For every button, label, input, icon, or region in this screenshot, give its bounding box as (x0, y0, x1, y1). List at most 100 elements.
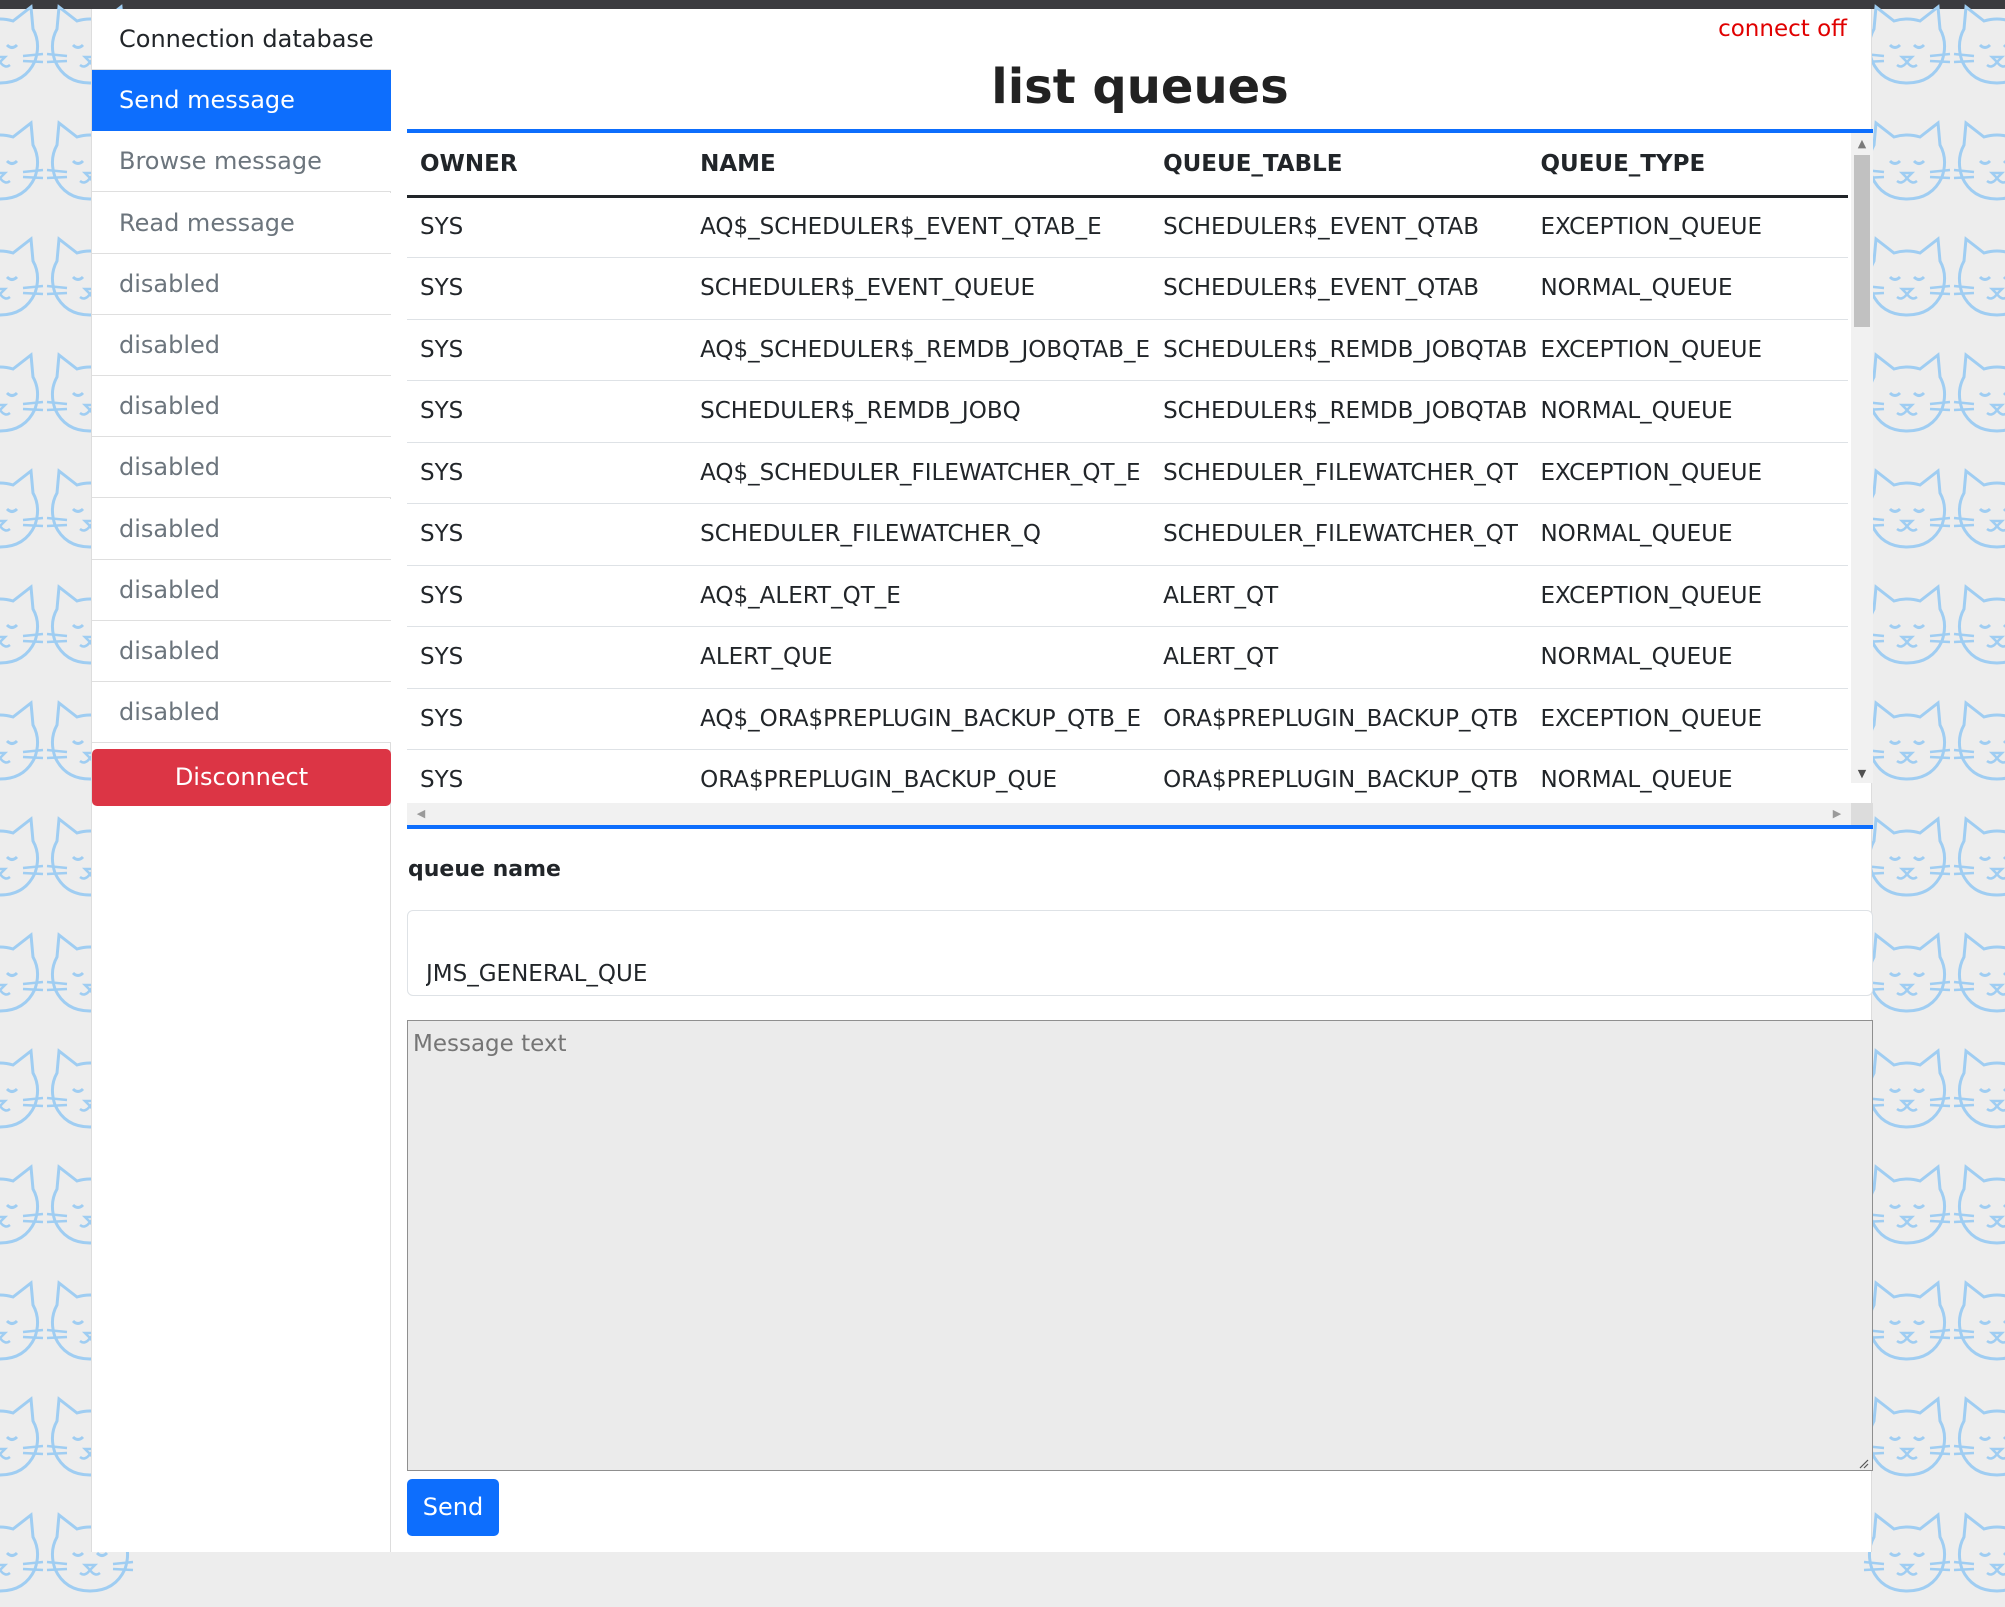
table-cell: ORA$PREPLUGIN_BACKUP_QUE (687, 749, 1151, 812)
scroll-left-arrow-icon[interactable]: ◀ (411, 803, 431, 825)
scroll-down-arrow-icon[interactable]: ▼ (1851, 765, 1873, 783)
sidebar-item-disabled[interactable]: disabled (92, 315, 391, 376)
table-row: SYS SCHEDULER_FILEWATCHER_Q SCHEDULER_FILE… (407, 503, 1848, 566)
cat-face-icon (1953, 120, 2005, 201)
cat-face-icon (1953, 932, 2005, 1013)
window-top-edge (0, 0, 2005, 9)
table-cell: EXCEPTION_QUEUE (1527, 319, 1848, 381)
table-cell: AQ$_ORA$PREPLUGIN_BACKUP_QTB_E (687, 688, 1151, 750)
cat-face-icon (1863, 120, 1951, 201)
resize-grip-icon[interactable] (1857, 1457, 1869, 1469)
table-cell: ORA$PREPLUGIN_BACKUP_QTB (1150, 688, 1528, 750)
table-cell: EXCEPTION_QUEUE (1527, 565, 1848, 627)
table-row: SYS ALERT_QUE ALERT_QT NORMAL_QUEUE (407, 626, 1848, 689)
sidebar-item-connection-database[interactable]: Connection database (92, 9, 391, 70)
cat-face-icon (0, 468, 44, 549)
cat-face-icon (1863, 584, 1951, 665)
cat-face-icon (1953, 4, 2005, 85)
table-cell: SYS (407, 749, 688, 812)
table-cell: AQ$_SCHEDULER$_EVENT_QTAB_E (687, 196, 1151, 258)
sidebar-item-disabled[interactable]: disabled (92, 559, 391, 621)
table-cell: EXCEPTION_QUEUE (1527, 196, 1848, 258)
sidebar-item-disabled[interactable]: disabled (92, 498, 391, 560)
cat-face-icon (1863, 932, 1951, 1013)
table-row: SYS AQ$_SCHEDULER$_REMDB_JOBQTAB_E SCHEDUL… (407, 319, 1848, 381)
vertical-scrollbar[interactable]: ▲ ▼ (1851, 133, 1873, 783)
table-cell: ORA$PREPLUGIN_BACKUP_QTB (1150, 749, 1528, 812)
table-cell: NORMAL_QUEUE (1527, 503, 1848, 566)
cat-face-icon (1953, 1280, 2005, 1361)
table-cell: AQ$_SCHEDULER$_REMDB_JOBQTAB_E (687, 319, 1151, 381)
column-header-queue-table: QUEUE_TABLE (1150, 133, 1528, 198)
table-cell: SCHEDULER$_EVENT_QUEUE (687, 257, 1151, 320)
table-row: SYS SCHEDULER$_REMDB_JOBQ SCHEDULER$_REMDB… (407, 380, 1848, 443)
table-cell: SCHEDULER$_REMDB_JOBQTAB (1150, 380, 1528, 443)
queues-table: OWNER NAME QUEUE_TABLE QUEUE_TYPE SYS AQ$_SC… (407, 133, 1848, 812)
cat-face-icon (1953, 700, 2005, 781)
scroll-right-arrow-icon[interactable]: ▶ (1827, 803, 1847, 825)
cat-face-icon (1863, 352, 1951, 433)
sidebar-item-send-message[interactable]: Send message (92, 70, 391, 132)
sidebar-item-disabled[interactable]: disabled (92, 682, 391, 744)
connection-status-link[interactable]: connect off (1718, 16, 1847, 42)
sidebar-item-read-message[interactable]: Read message (92, 192, 391, 254)
horizontal-scrollbar[interactable]: ◀ ▶ (407, 803, 1851, 825)
cat-face-icon (1953, 1512, 2005, 1593)
table-cell: SCHEDULER$_REMDB_JOBQTAB (1150, 319, 1528, 381)
send-button[interactable]: Send (407, 1479, 499, 1536)
table-row: SYS AQ$_SCHEDULER_FILEWATCHER_QT_E SCHEDUL… (407, 442, 1848, 504)
table-row: SYS AQ$_ORA$PREPLUGIN_BACKUP_QTB_E ORA$PRE… (407, 688, 1848, 750)
disconnect-button[interactable]: Disconnect (92, 749, 391, 806)
page-title: list queues (991, 59, 1289, 115)
cat-face-icon (1953, 352, 2005, 433)
queues-table-container[interactable]: OWNER NAME QUEUE_TABLE QUEUE_TYPE SYS AQ$_SC… (407, 129, 1873, 829)
cat-face-icon (1953, 816, 2005, 897)
sidebar-item-disabled[interactable]: disabled (92, 621, 391, 682)
table-cell: NORMAL_QUEUE (1527, 380, 1848, 443)
cat-face-icon (1863, 1164, 1951, 1245)
sidebar-item-browse-message[interactable]: Browse message (92, 131, 391, 193)
table-cell: SYS (407, 626, 688, 689)
table-cell: EXCEPTION_QUEUE (1527, 442, 1848, 504)
table-cell: SYS (407, 319, 688, 381)
sidebar-item-disabled[interactable]: disabled (92, 376, 391, 438)
cat-face-icon (1863, 4, 1951, 85)
table-header-row: OWNER NAME QUEUE_TABLE QUEUE_TYPE (407, 133, 1848, 198)
table-cell: SYS (407, 196, 688, 258)
cat-face-icon (0, 352, 44, 433)
table-cell: SCHEDULER$_EVENT_QTAB (1150, 257, 1528, 320)
cat-face-icon (0, 236, 44, 317)
queue-name-input[interactable] (407, 910, 1873, 996)
table-cell: ALERT_QUE (687, 626, 1151, 689)
cat-face-icon (0, 1280, 44, 1361)
cat-face-icon (0, 584, 44, 665)
cat-face-icon (1953, 584, 2005, 665)
table-cell: SYS (407, 257, 688, 320)
table-cell: SYS (407, 688, 688, 750)
scrollbar-corner (1851, 803, 1873, 825)
column-header-owner: OWNER (407, 133, 688, 198)
cat-face-icon (1953, 236, 2005, 317)
cat-face-icon (1863, 236, 1951, 317)
cat-face-icon (1953, 468, 2005, 549)
cat-face-icon (1953, 1164, 2005, 1245)
table-cell: SYS (407, 565, 688, 627)
table-cell: SCHEDULER$_REMDB_JOBQ (687, 380, 1151, 443)
cat-face-icon (1863, 816, 1951, 897)
table-cell: SYS (407, 503, 688, 566)
cat-face-icon (0, 1048, 44, 1129)
cat-face-icon (0, 932, 44, 1013)
table-row: SYS AQ$_ALERT_QT_E ALERT_QT EXCEPTION_QUEUE (407, 565, 1848, 627)
table-cell: EXCEPTION_QUEUE (1527, 688, 1848, 750)
cat-face-icon (1863, 1512, 1951, 1593)
cat-face-icon (1863, 1048, 1951, 1129)
message-text-area[interactable] (407, 1020, 1873, 1471)
sidebar-item-disabled[interactable]: disabled (92, 253, 391, 315)
cat-face-icon (0, 816, 44, 897)
vertical-scroll-thumb[interactable] (1854, 155, 1870, 327)
cat-face-icon (0, 120, 44, 201)
cat-face-icon (0, 4, 44, 85)
sidebar-item-disabled[interactable]: disabled (92, 437, 391, 499)
scroll-up-arrow-icon[interactable]: ▲ (1851, 135, 1873, 153)
table-cell: NORMAL_QUEUE (1527, 257, 1848, 320)
